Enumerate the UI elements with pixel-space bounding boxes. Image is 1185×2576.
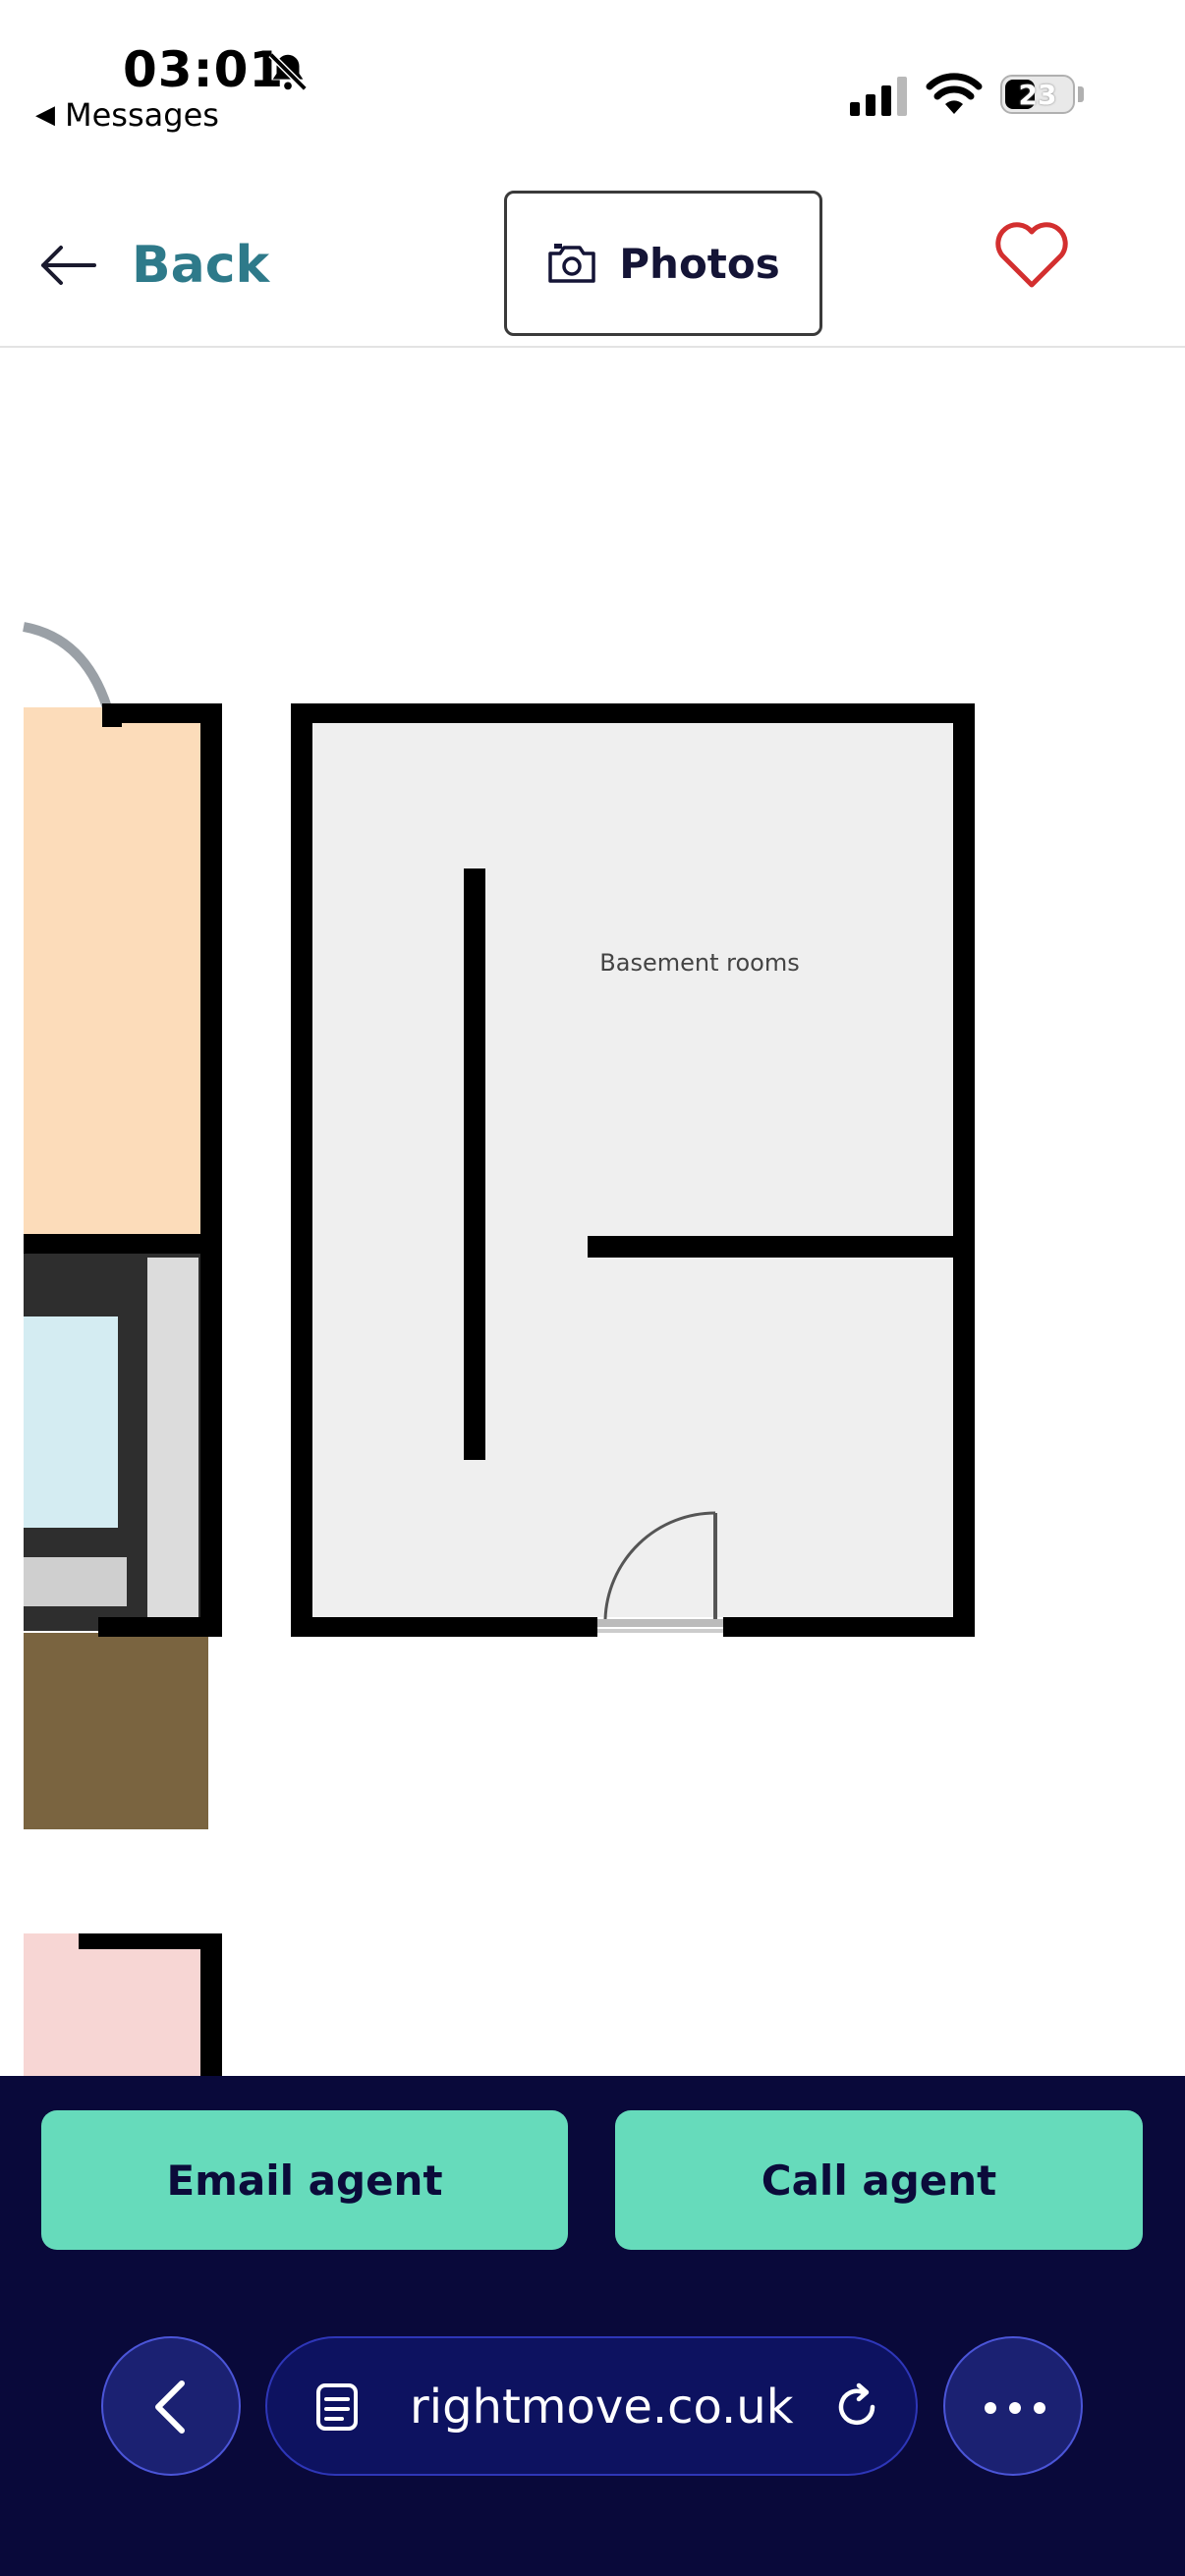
back-triangle-icon: ◀ bbox=[35, 100, 55, 130]
url-text: rightmove.co.uk bbox=[410, 2380, 794, 2435]
back-label: Back bbox=[132, 236, 270, 295]
battery-icon: 23 bbox=[1000, 75, 1075, 114]
more-options-button[interactable] bbox=[943, 2336, 1083, 2476]
room-label: Basement rooms bbox=[599, 949, 799, 977]
browser-back-button[interactable] bbox=[101, 2336, 241, 2476]
bottom-action-bar: Email agent Call agent rightmove.co.uk bbox=[0, 2076, 1185, 2576]
bell-slash-icon bbox=[268, 52, 308, 91]
battery-level: 23 bbox=[1018, 79, 1057, 111]
back-to-messages[interactable]: ◀ Messages bbox=[35, 96, 219, 134]
more-icon bbox=[985, 2402, 1045, 2414]
photos-label: Photos bbox=[619, 239, 780, 288]
reload-icon[interactable] bbox=[829, 2380, 884, 2435]
wifi-icon bbox=[926, 73, 983, 114]
back-button[interactable]: Back bbox=[39, 236, 269, 295]
call-agent-button[interactable]: Call agent bbox=[615, 2110, 1143, 2250]
back-to-messages-label: Messages bbox=[65, 96, 219, 134]
battery-tip bbox=[1078, 86, 1084, 102]
address-bar[interactable]: rightmove.co.uk bbox=[265, 2336, 918, 2476]
tabs-icon bbox=[316, 2383, 358, 2431]
arrow-left-icon bbox=[41, 246, 96, 285]
camera-icon bbox=[548, 244, 596, 283]
floorplan-image[interactable]: Basement rooms bbox=[0, 348, 1185, 2077]
status-bar: 03:01 ◀ Messages 23 bbox=[0, 0, 1185, 147]
status-time: 03:01 bbox=[123, 41, 285, 98]
nav-header: Back Photos bbox=[0, 147, 1185, 348]
photos-button[interactable]: Photos bbox=[504, 191, 822, 336]
chevron-left-icon bbox=[155, 2380, 185, 2434]
heart-icon[interactable] bbox=[992, 220, 1071, 291]
email-agent-button[interactable]: Email agent bbox=[41, 2110, 568, 2250]
signal-icon bbox=[850, 77, 907, 116]
floorplan-drawing: Basement rooms bbox=[23, 622, 975, 2077]
